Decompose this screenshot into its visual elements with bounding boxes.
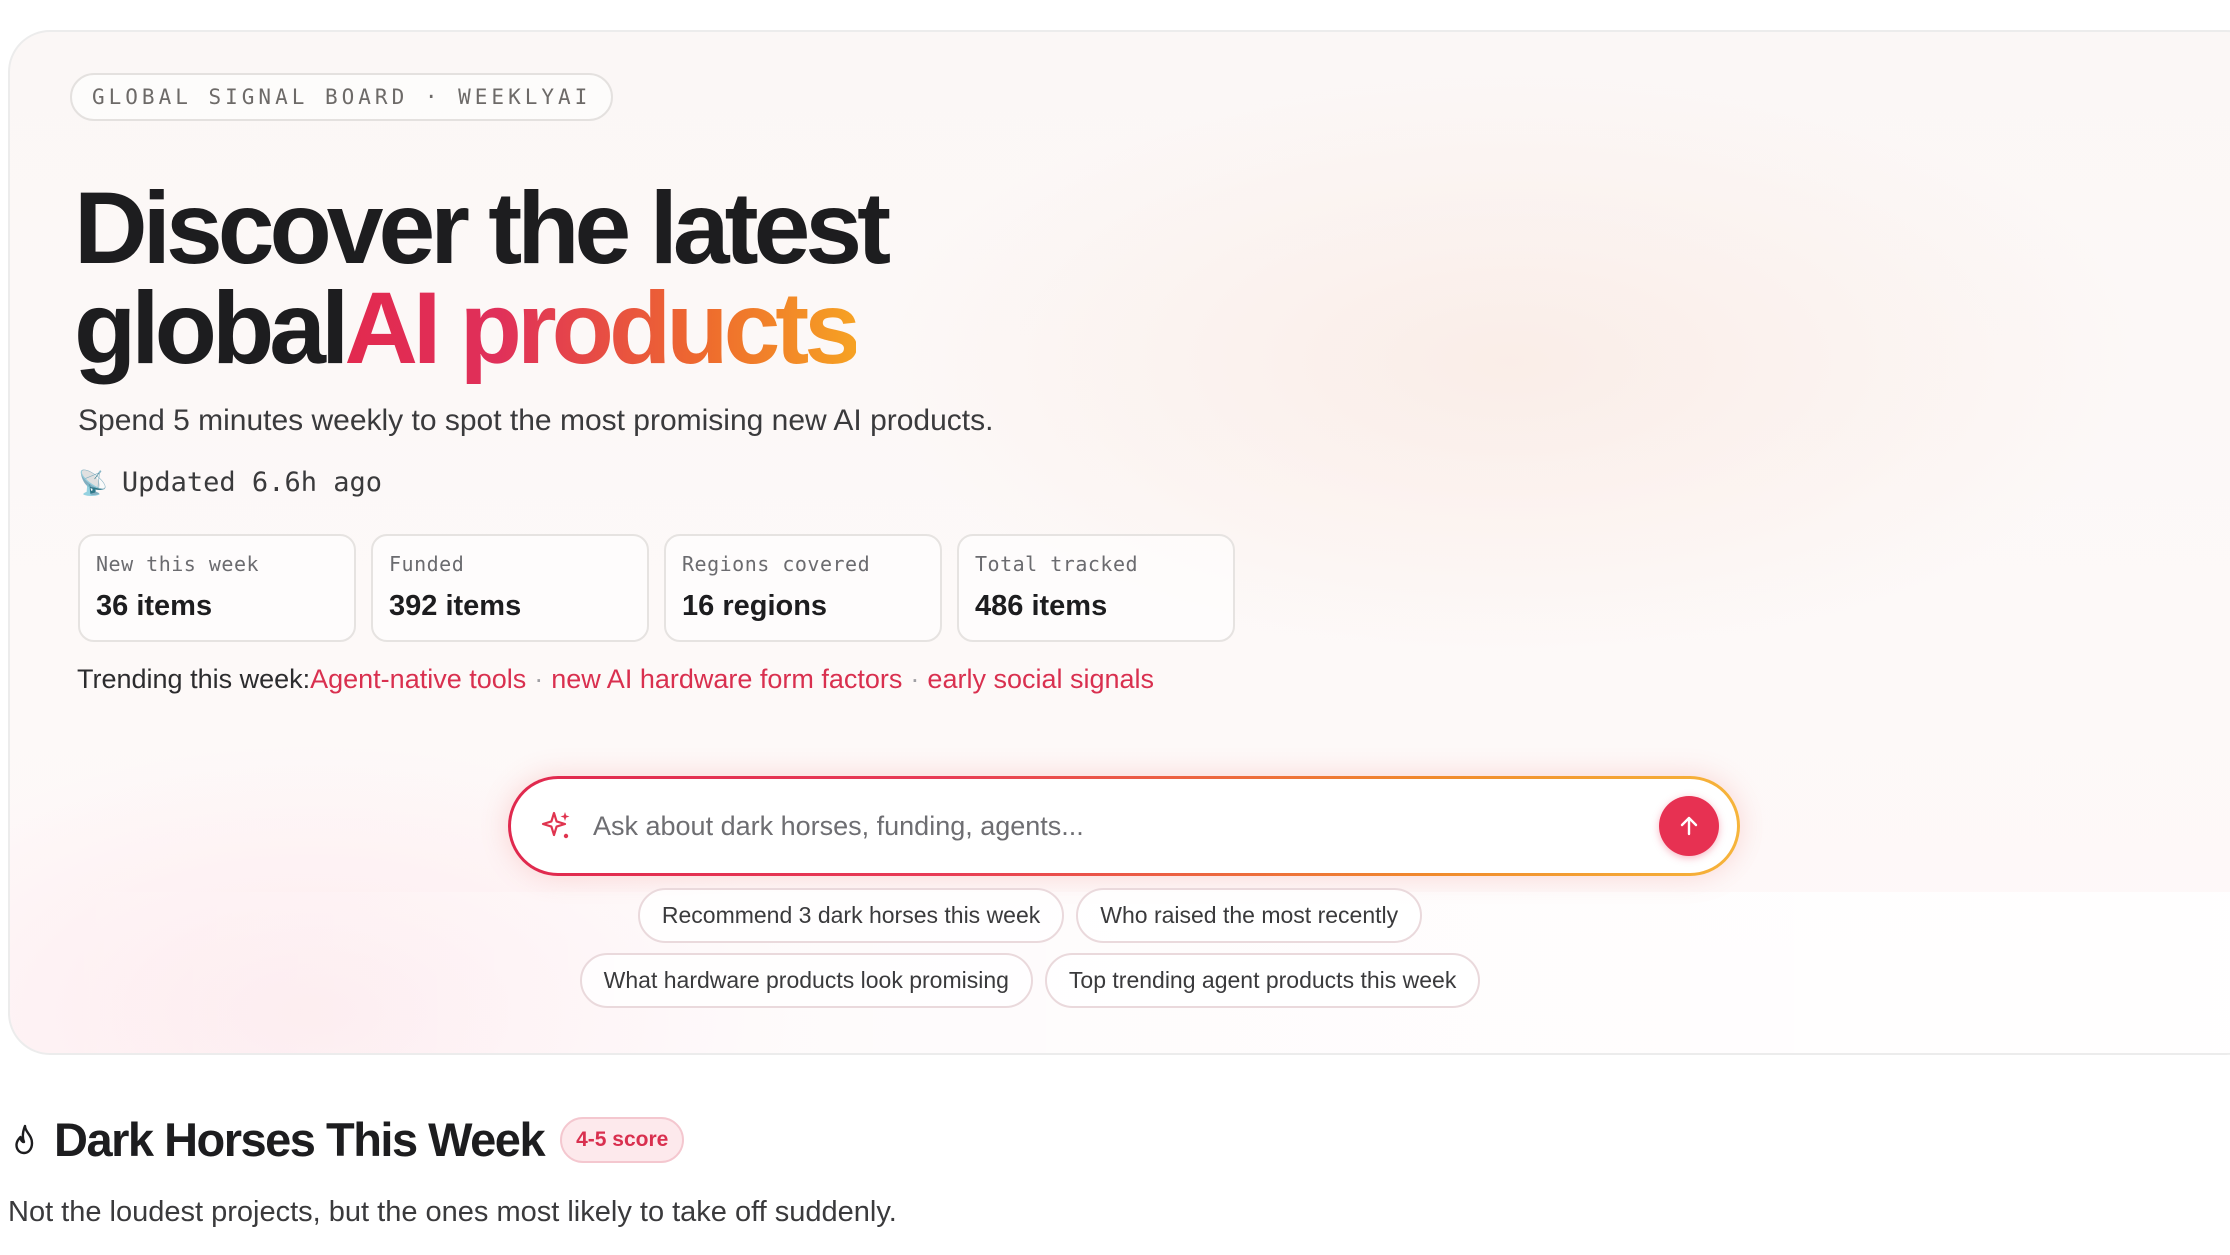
suggestion-chip[interactable]: Recommend 3 dark horses this week	[637, 888, 1065, 943]
page-headline: Discover the latest globalAI products	[74, 177, 891, 379]
hero-subtitle: Spend 5 minutes weekly to spot the most …	[78, 404, 994, 437]
trending-topic-social[interactable]: early social signals	[927, 664, 1154, 695]
stat-label: Total tracked	[975, 552, 1139, 576]
section-title: Dark Horses This Week	[54, 1113, 546, 1166]
send-button[interactable]	[1659, 796, 1719, 856]
trending-topic-hardware[interactable]: new AI hardware form factors	[551, 664, 902, 695]
updated-text: Updated 6.6h ago	[121, 467, 382, 498]
stat-value: 486 items	[975, 590, 1108, 622]
flame-icon	[15, 1124, 34, 1154]
headline-line-2-plain: global	[74, 271, 349, 385]
trending-label: Trending this week:	[77, 664, 311, 694]
stat-card-total: Total tracked 486 items	[957, 534, 1235, 642]
trending-topic-agent[interactable]: Agent-native tools	[310, 664, 526, 695]
section-header: Dark Horses This Week 4-5 score	[10, 1112, 685, 1167]
search-bar	[508, 776, 1740, 876]
suggestion-chip[interactable]: Who raised the most recently	[1076, 888, 1423, 943]
trending-separator: ·	[534, 664, 544, 694]
stat-label: Regions covered	[682, 552, 871, 576]
stat-card-regions: Regions covered 16 regions	[664, 534, 942, 642]
search-input[interactable]	[591, 795, 1659, 857]
trending-separator: ·	[910, 664, 920, 694]
board-tag: GLOBAL SIGNAL BOARD · WEEKLYAI	[70, 73, 614, 121]
search-bar-inner	[511, 779, 1737, 873]
suggestion-chip[interactable]: What hardware products look promising	[579, 953, 1033, 1008]
headline-accent: AI products	[344, 271, 861, 385]
arrow-up-icon	[1680, 816, 1698, 836]
sparkle-icon	[541, 811, 570, 839]
stats-row: New this week 36 items Funded 392 items …	[78, 534, 1235, 642]
headline-line-1: Discover the latest	[74, 171, 891, 285]
stat-label: New this week	[96, 552, 260, 576]
suggestion-row: Recommend 3 dark horses this week Who ra…	[250, 888, 1810, 943]
stat-label: Funded	[389, 552, 465, 576]
stat-card-funded: Funded 392 items	[371, 534, 649, 642]
stat-value: 16 regions	[682, 590, 828, 622]
satellite-icon: 📡	[78, 468, 108, 497]
trending-line: Trending this week: Agent-native tools ·…	[77, 664, 1154, 695]
suggestion-chip[interactable]: Top trending agent products this week	[1044, 953, 1481, 1008]
stat-value: 392 items	[389, 590, 522, 622]
section-description: Not the loudest projects, but the ones m…	[8, 1196, 897, 1228]
suggestion-row: What hardware products look promising To…	[250, 953, 1810, 1008]
score-badge: 4-5 score	[560, 1116, 685, 1163]
stat-card-new: New this week 36 items	[78, 534, 356, 642]
updated-status: 📡 Updated 6.6h ago	[78, 467, 382, 498]
stat-value: 36 items	[96, 590, 213, 622]
